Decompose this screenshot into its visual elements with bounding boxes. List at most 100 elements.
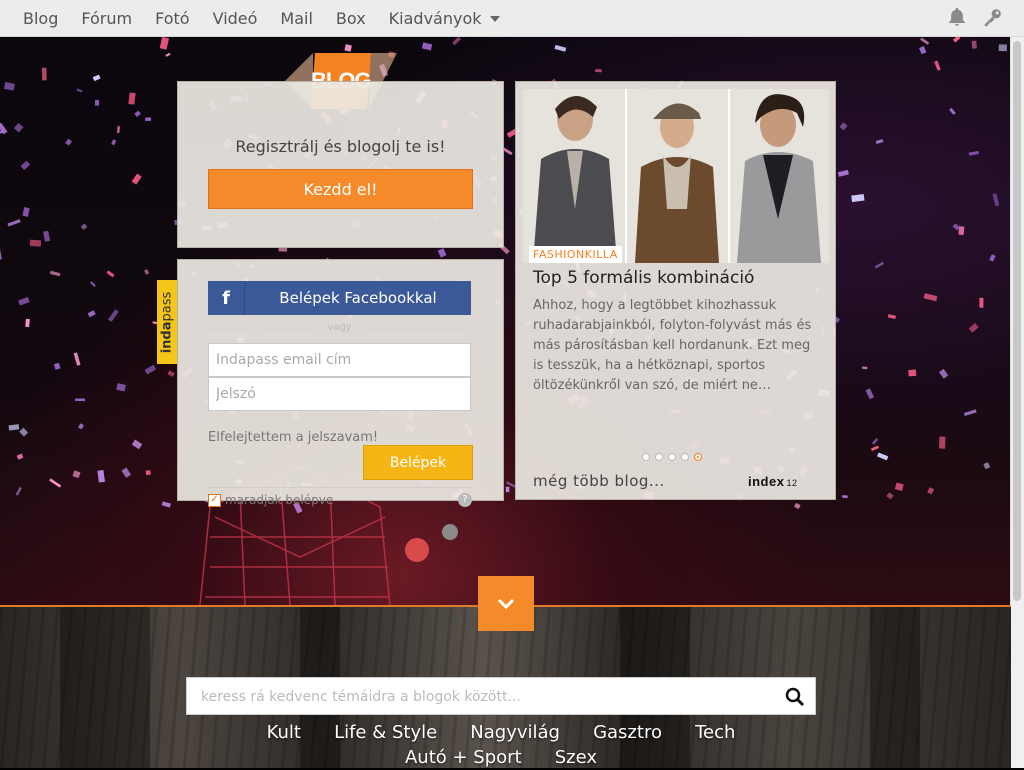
featured-description: Ahhoz, hogy a legtöbbet kihozhassuk ruha… — [533, 296, 818, 396]
confetti-piece — [9, 424, 20, 430]
carousel-dot[interactable] — [694, 453, 702, 461]
confetti-piece — [134, 111, 141, 117]
confetti-piece — [111, 139, 116, 145]
indapass-badge: indapass — [157, 280, 177, 364]
email-field[interactable] — [208, 343, 471, 377]
search-input[interactable] — [199, 686, 763, 708]
category-gasztro[interactable]: Gasztro — [593, 720, 662, 745]
top-navigation-bar: Blog Fórum Fotó Videó Mail Box Kiadványo… — [0, 0, 1024, 37]
category-life-style[interactable]: Life & Style — [334, 720, 437, 745]
confetti-piece — [422, 42, 432, 50]
index-logo[interactable]: index12 — [748, 474, 797, 489]
nav-item-video[interactable]: Videó — [213, 9, 258, 28]
confetti-piece — [160, 37, 169, 50]
confetti-piece — [989, 254, 995, 261]
confetti-piece — [919, 46, 926, 54]
confetti-piece — [983, 462, 990, 469]
remember-me[interactable]: ✓ maradjak belépve — [208, 493, 333, 507]
confetti-piece — [972, 41, 977, 49]
password-field[interactable] — [208, 377, 471, 411]
confetti-piece — [927, 487, 934, 494]
featured-image[interactable] — [523, 89, 829, 263]
confetti-piece — [132, 440, 142, 450]
confetti-piece — [872, 438, 878, 445]
category-auto-sport[interactable]: Autó + Sport — [405, 745, 522, 770]
category-nagyvilag[interactable]: Nagyvilág — [470, 720, 560, 745]
carousel-dots — [642, 453, 702, 461]
bell-icon[interactable] — [946, 6, 968, 28]
nav-item-kiadvanyok[interactable]: Kiadványok — [389, 9, 500, 28]
more-blogs-link[interactable]: még több blog... — [533, 472, 665, 490]
confetti-piece — [839, 122, 847, 130]
category-szex[interactable]: Szex — [555, 745, 597, 770]
confetti-piece — [78, 423, 84, 429]
confetti-piece — [344, 44, 352, 52]
confetti-piece — [43, 231, 50, 242]
category-kult[interactable]: Kult — [267, 720, 301, 745]
nav-item-label: Fórum — [81, 9, 132, 28]
category-tag[interactable]: FASHIONKILLA — [529, 246, 622, 263]
nav-item-blog[interactable]: Blog — [23, 9, 58, 28]
confetti-piece — [50, 271, 61, 277]
divider — [208, 487, 471, 488]
login-panel: f Belépek Facebookkal vagy Elfelejtettem… — [177, 259, 504, 501]
facebook-login-label: Belépek Facebookkal — [245, 289, 471, 307]
confetti-piece — [888, 314, 896, 319]
index-logo-suffix: 12 — [786, 478, 797, 488]
page-scrollbar[interactable] — [1010, 37, 1024, 768]
confetti-piece — [877, 452, 888, 460]
confetti-piece — [886, 492, 893, 499]
confetti-piece — [88, 310, 96, 317]
confetti-piece — [949, 108, 956, 115]
nav-item-forum[interactable]: Fórum — [81, 9, 132, 28]
confetti-piece — [117, 126, 120, 133]
nav-item-box[interactable]: Box — [336, 9, 366, 28]
nav-item-mail[interactable]: Mail — [280, 9, 313, 28]
category-links: Kult Life & Style Nagyvilág Gasztro Tech… — [186, 720, 816, 770]
confetti-piece — [81, 223, 88, 230]
confetti-piece — [108, 309, 119, 322]
checkbox-checked-icon[interactable]: ✓ — [208, 494, 221, 507]
featured-title[interactable]: Top 5 formális kombináció — [533, 268, 754, 288]
confetti-piece — [934, 61, 941, 71]
scroll-down-button[interactable] — [478, 576, 534, 631]
carousel-dot[interactable] — [668, 453, 676, 461]
nav-item-label: Box — [336, 9, 366, 28]
start-button[interactable]: Kezdd el! — [208, 169, 473, 209]
confetti-piece — [992, 193, 999, 206]
nav-item-foto[interactable]: Fotó — [155, 9, 189, 28]
confetti-piece — [14, 123, 24, 133]
carousel-dot[interactable] — [642, 453, 650, 461]
confetti-piece — [4, 82, 15, 91]
confetti-piece — [116, 383, 126, 391]
confetti-piece — [145, 117, 151, 121]
facebook-login-button[interactable]: f Belépek Facebookkal — [208, 281, 471, 315]
login-button[interactable]: Belépek — [363, 445, 473, 480]
search-icon[interactable] — [785, 687, 805, 707]
confetti-piece — [851, 194, 864, 202]
forgot-password-link[interactable]: Elfelejtettem a jelszavam! — [208, 430, 378, 445]
confetti-piece — [924, 293, 938, 301]
texture-slab — [60, 607, 150, 768]
confetti-piece — [438, 248, 447, 257]
confetti-piece — [132, 173, 142, 184]
help-icon[interactable]: ? — [458, 493, 472, 507]
carousel-dot[interactable] — [681, 453, 689, 461]
confetti-background-image — [0, 37, 1011, 605]
confetti-piece — [452, 37, 461, 45]
confetti-piece — [93, 75, 101, 81]
scrollbar-thumb[interactable] — [1013, 41, 1021, 601]
confetti-piece — [875, 262, 884, 269]
carousel-dot[interactable] — [655, 453, 663, 461]
search-bar — [186, 677, 816, 715]
confetti-piece — [49, 478, 61, 487]
confetti-piece — [503, 147, 513, 155]
confetti-piece — [964, 409, 977, 416]
indapass-label: indapass — [160, 291, 175, 353]
key-icon[interactable] — [982, 6, 1004, 28]
confetti-piece — [862, 367, 867, 369]
category-tech[interactable]: Tech — [695, 720, 735, 745]
confetti-piece — [30, 240, 41, 247]
nav-item-label: Blog — [23, 9, 58, 28]
confetti-piece — [97, 470, 105, 483]
